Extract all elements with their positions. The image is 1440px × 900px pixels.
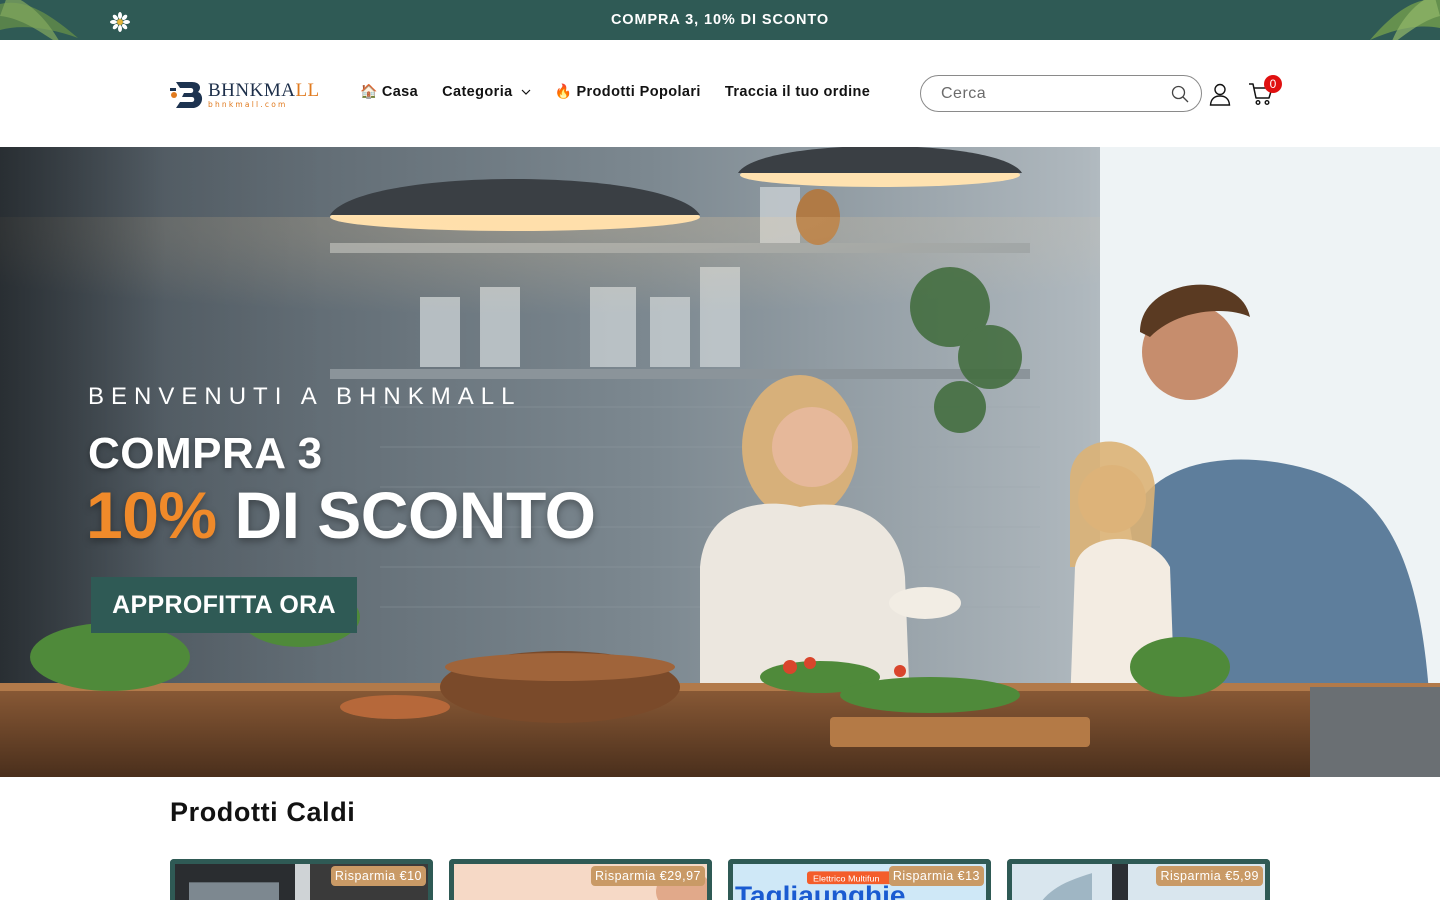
section-title: Prodotti Caldi: [170, 797, 356, 827]
leaf-decoration-left: [0, 0, 78, 40]
product-card[interactable]: Risparmia €29,97: [449, 859, 712, 900]
hero-headline-line1: COMPRA 3: [88, 429, 323, 478]
chevron-down-icon: [521, 89, 531, 95]
site-logo[interactable]: BHNKMALL bhnkmall.com: [170, 78, 320, 112]
hero-discount-percent: 10%: [86, 478, 217, 552]
logo-mark-icon: [170, 82, 203, 108]
leaf-decoration-right: [1370, 0, 1440, 40]
hero-banner[interactable]: BENVENUTI A BHNKMALL COMPRA 3 10% DI SCO…: [0, 147, 1440, 777]
fire-icon: 🔥: [554, 84, 573, 100]
cart-count-badge: 0: [1264, 75, 1282, 93]
product-card[interactable]: Risparmia €5,99: [1007, 859, 1270, 900]
logo-domain: bhnkmall.com: [208, 100, 288, 110]
account-icon[interactable]: [1208, 82, 1232, 106]
search-input[interactable]: [941, 84, 1161, 103]
savings-badge: Risparmia €10: [330, 866, 426, 886]
home-icon: 🏠: [360, 84, 378, 100]
daisy-icon: [110, 12, 130, 32]
search-box: [920, 75, 1202, 112]
savings-badge: Risparmia €5,99: [1156, 866, 1263, 886]
product-card[interactable]: Elettrico Multifun Tagliaunghie Risparmi…: [728, 859, 991, 900]
nav-item-label: Traccia il tuo ordine: [724, 84, 871, 100]
nav-item-label: Categoria: [442, 84, 513, 100]
announcement-text: COMPRA 3, 10% DI SCONTO: [610, 12, 830, 28]
logo-brand: BHNKMALL: [208, 80, 320, 102]
search-icon[interactable]: [1171, 85, 1189, 103]
announcement-bar: COMPRA 3, 10% DI SCONTO: [0, 0, 1440, 40]
savings-badge: Risparmia €13: [888, 866, 984, 886]
savings-badge: Risparmia €29,97: [591, 866, 705, 886]
nav-item-prodotti-popolari[interactable]: 🔥 Prodotti Popolari: [555, 84, 701, 100]
product-card[interactable]: Risparmia €10: [170, 859, 433, 900]
nav-item-categoria[interactable]: Categoria: [442, 84, 531, 100]
hero-cta-button[interactable]: APPROFITTA ORA: [91, 577, 357, 633]
nav-item-casa[interactable]: 🏠 Casa: [360, 84, 418, 100]
hero-kicker: BENVENUTI A BHNKMALL: [88, 383, 522, 410]
nav-item-label: Prodotti Popolari: [576, 84, 701, 100]
nav-item-traccia-ordine[interactable]: Traccia il tuo ordine: [725, 84, 870, 100]
site-header: BHNKMALL bhnkmall.com 🏠 Casa Categoria 🔥…: [0, 40, 1440, 147]
hero-discount-text: DI SCONTO: [216, 478, 596, 552]
nav-item-label: Casa: [381, 84, 419, 100]
product-thumb-title: Tagliaunghie: [735, 881, 906, 900]
main-nav: 🏠 Casa Categoria 🔥 Prodotti Popolari Tra…: [360, 84, 894, 100]
hero-headline-line2: 10% DI SCONTO: [86, 477, 596, 553]
